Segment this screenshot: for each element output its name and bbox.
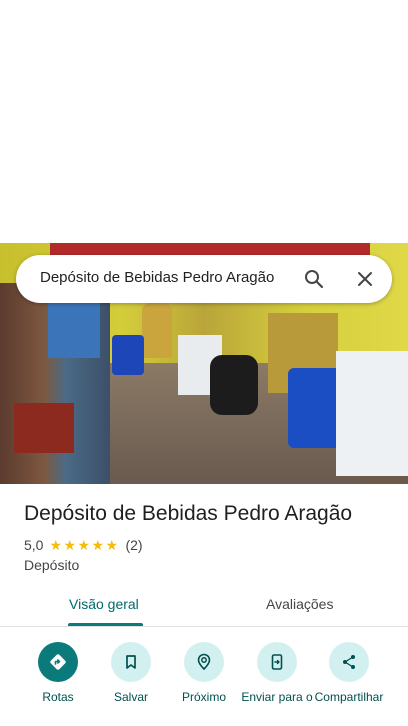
photo-freezer — [336, 351, 408, 476]
star-icon: ★ — [91, 536, 105, 553]
star-icon: ★ — [77, 536, 91, 553]
search-bar[interactable]: Depósito de Bebidas Pedro Aragão — [16, 255, 392, 303]
search-input[interactable]: Depósito de Bebidas Pedro Aragão — [40, 269, 274, 286]
star-icon: ★ — [105, 536, 119, 553]
directions-icon — [38, 642, 78, 682]
review-count[interactable]: (2) — [125, 537, 142, 553]
nearby-label: Próximo — [181, 690, 226, 704]
photo-chair — [112, 335, 144, 375]
map-area[interactable] — [0, 0, 408, 243]
photo-motorcycle — [210, 355, 258, 415]
bookmark-icon — [111, 642, 151, 682]
tab-reviews[interactable]: Avaliações — [266, 596, 333, 612]
photo-crate — [14, 403, 74, 453]
send-to-phone-button[interactable]: Enviar para o — [237, 642, 317, 726]
star-icon: ★ — [63, 536, 77, 553]
star-rating: ★ ★ ★ ★ ★ — [49, 536, 119, 553]
place-title: Depósito de Bebidas Pedro Aragão — [24, 502, 353, 525]
share-icon — [329, 642, 369, 682]
share-button[interactable]: Compartilhar — [309, 642, 389, 726]
photo-banner — [50, 243, 370, 255]
star-icon: ★ — [49, 536, 63, 553]
directions-label: Rotas — [42, 690, 74, 704]
search-icon[interactable] — [302, 267, 326, 291]
photo-stack — [48, 298, 100, 358]
save-label: Salvar — [113, 690, 148, 704]
directions-button[interactable]: Rotas — [18, 642, 98, 726]
share-label: Compartilhar — [314, 690, 384, 704]
send-to-phone-icon — [257, 642, 297, 682]
tabs-divider — [0, 626, 408, 627]
photo-person — [142, 303, 172, 358]
tab-overview[interactable]: Visão geral — [69, 596, 139, 612]
place-category: Depósito — [24, 557, 80, 573]
close-icon[interactable] — [353, 267, 377, 291]
send-to-phone-label: Enviar para o — [241, 690, 313, 704]
nearby-button[interactable]: Próximo — [164, 642, 244, 726]
save-button[interactable]: Salvar — [91, 642, 171, 726]
rating-value: 5,0 — [24, 537, 44, 553]
nearby-icon — [184, 642, 224, 682]
rating-row[interactable]: 5,0 ★ ★ ★ ★ ★ (2) — [24, 536, 143, 554]
